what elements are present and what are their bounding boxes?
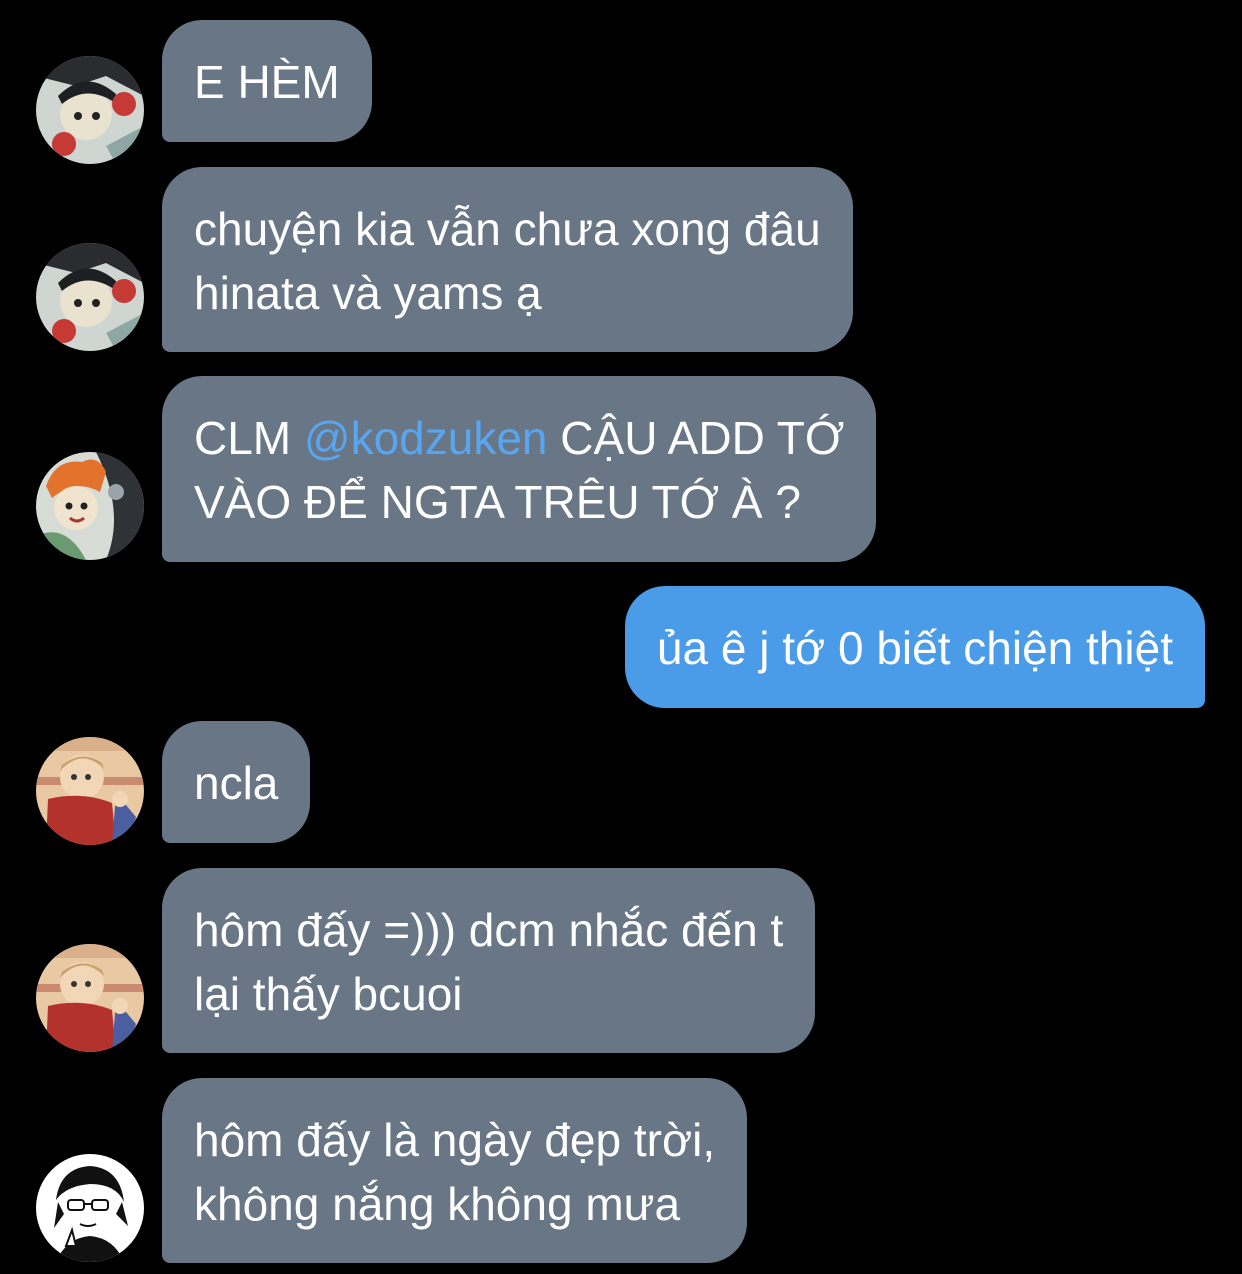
message-row: chuyện kia vẫn chưa xong đâu hinata và y… [0, 167, 1242, 352]
message-text-line: hôm đấy =))) dcm nhắc đến t [194, 904, 784, 956]
user-mention-link[interactable]: @kodzuken [304, 412, 548, 464]
message-row: ncla [0, 721, 1242, 845]
message-bubble-incoming[interactable]: CLM @kodzuken CẬU ADD TỚ VÀO ĐỂ NGTA TRÊ… [162, 376, 877, 562]
message-text-segment: CẬU ADD TỚ [547, 412, 845, 464]
message-row: hôm đấy =))) dcm nhắc đến t lại thấy bcu… [0, 868, 1242, 1053]
message-bubble-incoming[interactable]: E HÈM [162, 20, 372, 142]
orange-hair-character-avatar-icon[interactable] [36, 452, 144, 560]
red-scarf-character-avatar-icon[interactable] [36, 944, 144, 1052]
message-text-line: hinata và yams ạ [194, 267, 542, 319]
glasses-character-sketch-avatar-icon[interactable] [36, 1154, 144, 1262]
message-text: E HÈM [194, 56, 340, 108]
message-text-line: hôm đấy là ngày đẹp trời, [194, 1114, 716, 1166]
manga-character-avatar-icon[interactable] [36, 56, 144, 164]
message-bubble-incoming[interactable]: chuyện kia vẫn chưa xong đâu hinata và y… [162, 167, 853, 352]
message-text: ncla [194, 757, 279, 809]
red-scarf-character-avatar-icon[interactable] [36, 737, 144, 845]
chat-thread: E HÈM chuyện kia vẫn chưa xong đâu hinat… [0, 0, 1242, 1274]
message-text: ủa ê j tớ 0 biết chiện thiệt [656, 622, 1173, 674]
message-text-line: chuyện kia vẫn chưa xong đâu [194, 203, 821, 255]
message-row: hôm đấy là ngày đẹp trời, không nắng khô… [0, 1078, 1242, 1263]
message-text-segment: CLM [194, 412, 304, 464]
message-bubble-incoming[interactable]: hôm đấy =))) dcm nhắc đến t lại thấy bcu… [162, 868, 816, 1053]
message-text-line: CLM @kodzuken CẬU ADD TỚ [194, 406, 844, 470]
message-bubble-incoming[interactable]: hôm đấy là ngày đẹp trời, không nắng khô… [162, 1078, 748, 1263]
message-bubble-outgoing[interactable]: ủa ê j tớ 0 biết chiện thiệt [624, 586, 1205, 708]
message-text-line: lại thấy bcuoi [194, 968, 463, 1020]
message-row: E HÈM [0, 20, 1242, 164]
message-row: CLM @kodzuken CẬU ADD TỚ VÀO ĐỂ NGTA TRÊ… [0, 376, 1242, 562]
message-text-line: không nắng không mưa [194, 1178, 681, 1230]
message-bubble-incoming[interactable]: ncla [162, 721, 311, 843]
message-row: ủa ê j tớ 0 biết chiện thiệt [0, 586, 1242, 708]
message-text-line: VÀO ĐỂ NGTA TRÊU TỚ À ? [194, 476, 801, 528]
manga-character-avatar-icon[interactable] [36, 243, 144, 351]
